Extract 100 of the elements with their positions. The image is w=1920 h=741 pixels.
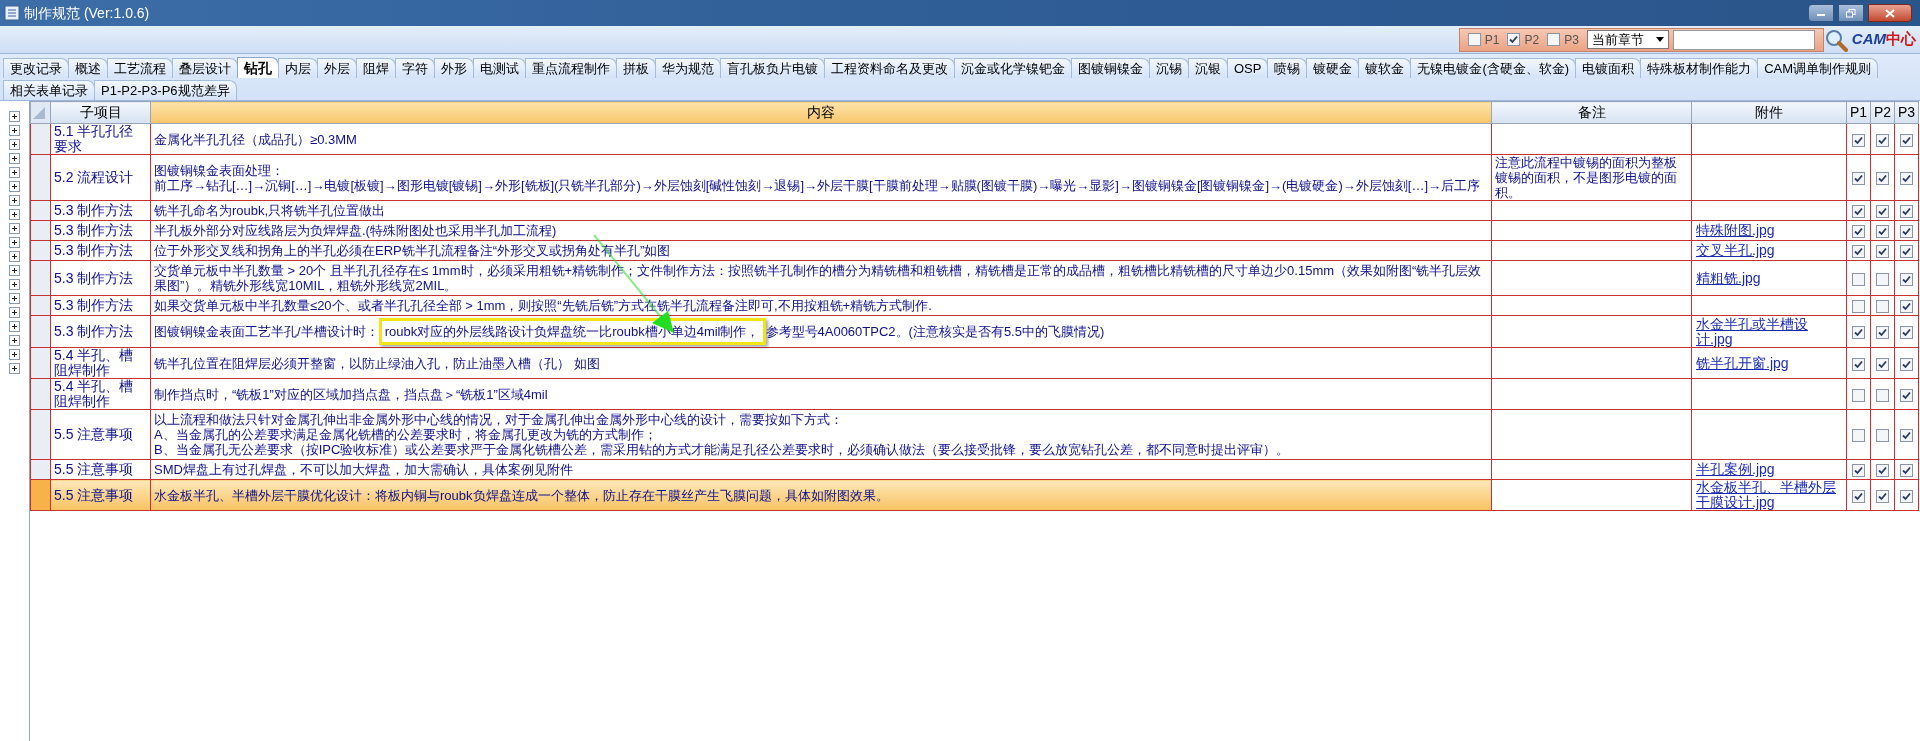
checkbox[interactable]: [1547, 33, 1561, 46]
checkbox[interactable]: [1900, 205, 1913, 219]
checkbox[interactable]: [1852, 429, 1865, 443]
expand-icon[interactable]: [9, 363, 20, 374]
tab[interactable]: 钻孔: [237, 57, 279, 78]
expand-icon[interactable]: [9, 335, 20, 346]
tab[interactable]: CAM调单制作规则: [1757, 58, 1879, 78]
scope-dropdown[interactable]: 当前章节: [1586, 30, 1669, 49]
tab[interactable]: OSP: [1227, 58, 1269, 78]
tab[interactable]: 工程资料命名及更改: [824, 58, 955, 78]
tab[interactable]: 工艺流程: [107, 58, 173, 78]
checkbox[interactable]: [1876, 272, 1889, 286]
checkbox[interactable]: [1852, 464, 1865, 478]
tab[interactable]: 无镍电镀金(含硬金、软金): [1410, 58, 1577, 78]
tab[interactable]: 镀软金: [1358, 58, 1412, 78]
tab[interactable]: 沉锡: [1149, 58, 1189, 78]
column-header[interactable]: 内容: [150, 101, 1492, 124]
tab[interactable]: 图镀铜镍金: [1071, 58, 1150, 78]
checkbox[interactable]: [1900, 225, 1913, 239]
expand-icon[interactable]: [9, 279, 20, 290]
expand-icon[interactable]: [9, 251, 20, 262]
checkbox[interactable]: [1852, 172, 1865, 186]
checkbox[interactable]: [1876, 133, 1889, 147]
tab[interactable]: 镀硬金: [1306, 58, 1360, 78]
expand-icon[interactable]: [9, 153, 20, 164]
table-row[interactable]: 5.3 制作方法 位于外形交叉线和拐角上的半孔必须在ERP铣半孔流程备注“外形交叉或拐角处有半孔”如图 交叉半孔.jpg: [30, 240, 1919, 261]
checkbox[interactable]: [1852, 388, 1865, 402]
expand-icon[interactable]: [9, 237, 20, 248]
table-row[interactable]: 5.5 注意事项 水金板半孔、半槽外层干膜优化设计：将板内铜与roubk负焊盘连成一个整体，防止存在干膜丝产生飞膜问题，具体如附图效果。 水金板半孔、半槽外层干膜设计.jpg: [30, 479, 1919, 511]
tab[interactable]: 重点流程制作: [525, 58, 617, 78]
expand-icon[interactable]: [9, 223, 20, 234]
tab[interactable]: 概述: [68, 58, 108, 78]
checkbox[interactable]: [1852, 272, 1865, 286]
tab[interactable]: 电镀面积: [1575, 58, 1642, 78]
tab[interactable]: 沉金或化学镍钯金: [954, 58, 1072, 78]
checkbox[interactable]: [1900, 272, 1913, 286]
column-header[interactable]: 备注: [1491, 101, 1692, 124]
checkbox[interactable]: [1900, 133, 1913, 147]
checkbox[interactable]: [1900, 300, 1913, 314]
checkbox[interactable]: [1852, 205, 1865, 219]
checkbox[interactable]: [1852, 326, 1865, 340]
tab[interactable]: 盲孔板负片电镀: [720, 58, 825, 78]
table-row[interactable]: 5.3 制作方法 铣半孔命名为roubk,只将铣半孔位置做出: [30, 200, 1919, 221]
expand-icon[interactable]: [9, 307, 20, 318]
column-header[interactable]: P2: [1870, 101, 1895, 124]
column-header[interactable]: 子项目: [50, 101, 151, 124]
checkbox[interactable]: [1876, 205, 1889, 219]
checkbox[interactable]: [1852, 245, 1865, 259]
table-row[interactable]: 5.1 半孔孔径要求 金属化半孔孔径（成品孔）≥0.3MM: [30, 123, 1919, 155]
checkbox[interactable]: [1900, 357, 1913, 371]
checkbox[interactable]: [1852, 489, 1865, 503]
checkbox[interactable]: [1507, 33, 1521, 46]
expand-icon[interactable]: [9, 265, 20, 276]
table-row[interactable]: 5.3 制作方法 交货单元板中半孔数量 > 20个 且半孔孔径存在≤ 1mm时，必须采用粗铣+精铣制作；文件制作方法：按照铣半孔制作的槽分为精铣槽和粗铣槽，精铣槽是正常的成品槽，粗铣槽比精铣槽的尺寸单边少0.15mm（效果如附图“铣半孔层效果图”）。精铣外形线宽10MIL，粗铣外形线宽2MIL。 精粗铣.jpg: [30, 260, 1919, 296]
expand-icon[interactable]: [9, 195, 20, 206]
checkbox[interactable]: [1876, 489, 1889, 503]
tab[interactable]: 内层: [278, 58, 318, 78]
expand-icon[interactable]: [9, 293, 20, 304]
checkbox[interactable]: [1876, 225, 1889, 239]
search-field[interactable]: [1672, 29, 1815, 50]
checkbox[interactable]: [1876, 388, 1889, 402]
tab[interactable]: 特殊板材制作能力: [1640, 58, 1759, 78]
tab[interactable]: 喷锡: [1267, 58, 1308, 78]
maximize-button[interactable]: [1838, 4, 1864, 22]
checkbox[interactable]: [1876, 300, 1889, 314]
checkbox[interactable]: [1852, 225, 1865, 239]
tab[interactable]: 叠层设计: [172, 58, 238, 78]
tab[interactable]: 外形: [434, 58, 474, 78]
checkbox[interactable]: [1900, 464, 1913, 478]
expand-icon[interactable]: [9, 125, 20, 136]
tab[interactable]: 电测试: [473, 58, 526, 78]
checkbox[interactable]: [1900, 489, 1913, 503]
expand-icon[interactable]: [9, 209, 20, 220]
tab[interactable]: P1-P2-P3-P6规范差异: [94, 80, 237, 100]
close-button[interactable]: [1868, 4, 1912, 22]
checkbox[interactable]: [1900, 326, 1913, 340]
table-row[interactable]: 5.4 半孔、槽阻焊制作 制作挡点时，“铣板1”对应的区域加挡点盘，挡点盘＞“铣板1”区域4mil: [30, 378, 1919, 410]
checkbox[interactable]: [1900, 245, 1913, 259]
table-row[interactable]: 5.5 注意事项 SMD焊盘上有过孔焊盘，不可以加大焊盘，加大需确认，具体案例见附件 半孔案例.jpg: [30, 459, 1919, 480]
expand-icon[interactable]: [9, 139, 20, 150]
checkbox[interactable]: [1876, 326, 1889, 340]
tab[interactable]: 拼板: [616, 58, 656, 78]
checkbox[interactable]: [1876, 464, 1889, 478]
tab[interactable]: 字符: [395, 58, 435, 78]
checkbox[interactable]: [1900, 172, 1913, 186]
tab[interactable]: 相关表单记录: [3, 80, 95, 100]
expand-icon[interactable]: [9, 349, 20, 360]
tab[interactable]: 沉银: [1188, 58, 1228, 78]
checkbox[interactable]: [1852, 133, 1865, 147]
expand-icon[interactable]: [9, 167, 20, 178]
checkbox[interactable]: [1876, 172, 1889, 186]
checkbox[interactable]: [1876, 357, 1889, 371]
table-row[interactable]: 5.3 制作方法 如果交货单元板中半孔数量≤20个、或者半孔孔径全部 > 1mm，则按照“先铣后铣”方式在铣半孔流程备注即可,不用按粗铣+精铣方式制作.: [30, 295, 1919, 316]
column-header[interactable]: P1: [1846, 101, 1871, 124]
checkbox[interactable]: [1876, 245, 1889, 259]
minimize-button[interactable]: [1808, 4, 1834, 22]
checkbox[interactable]: [1876, 429, 1889, 443]
expand-icon[interactable]: [9, 321, 20, 332]
column-header[interactable]: P3: [1894, 101, 1919, 124]
tab[interactable]: 华为规范: [655, 58, 721, 78]
